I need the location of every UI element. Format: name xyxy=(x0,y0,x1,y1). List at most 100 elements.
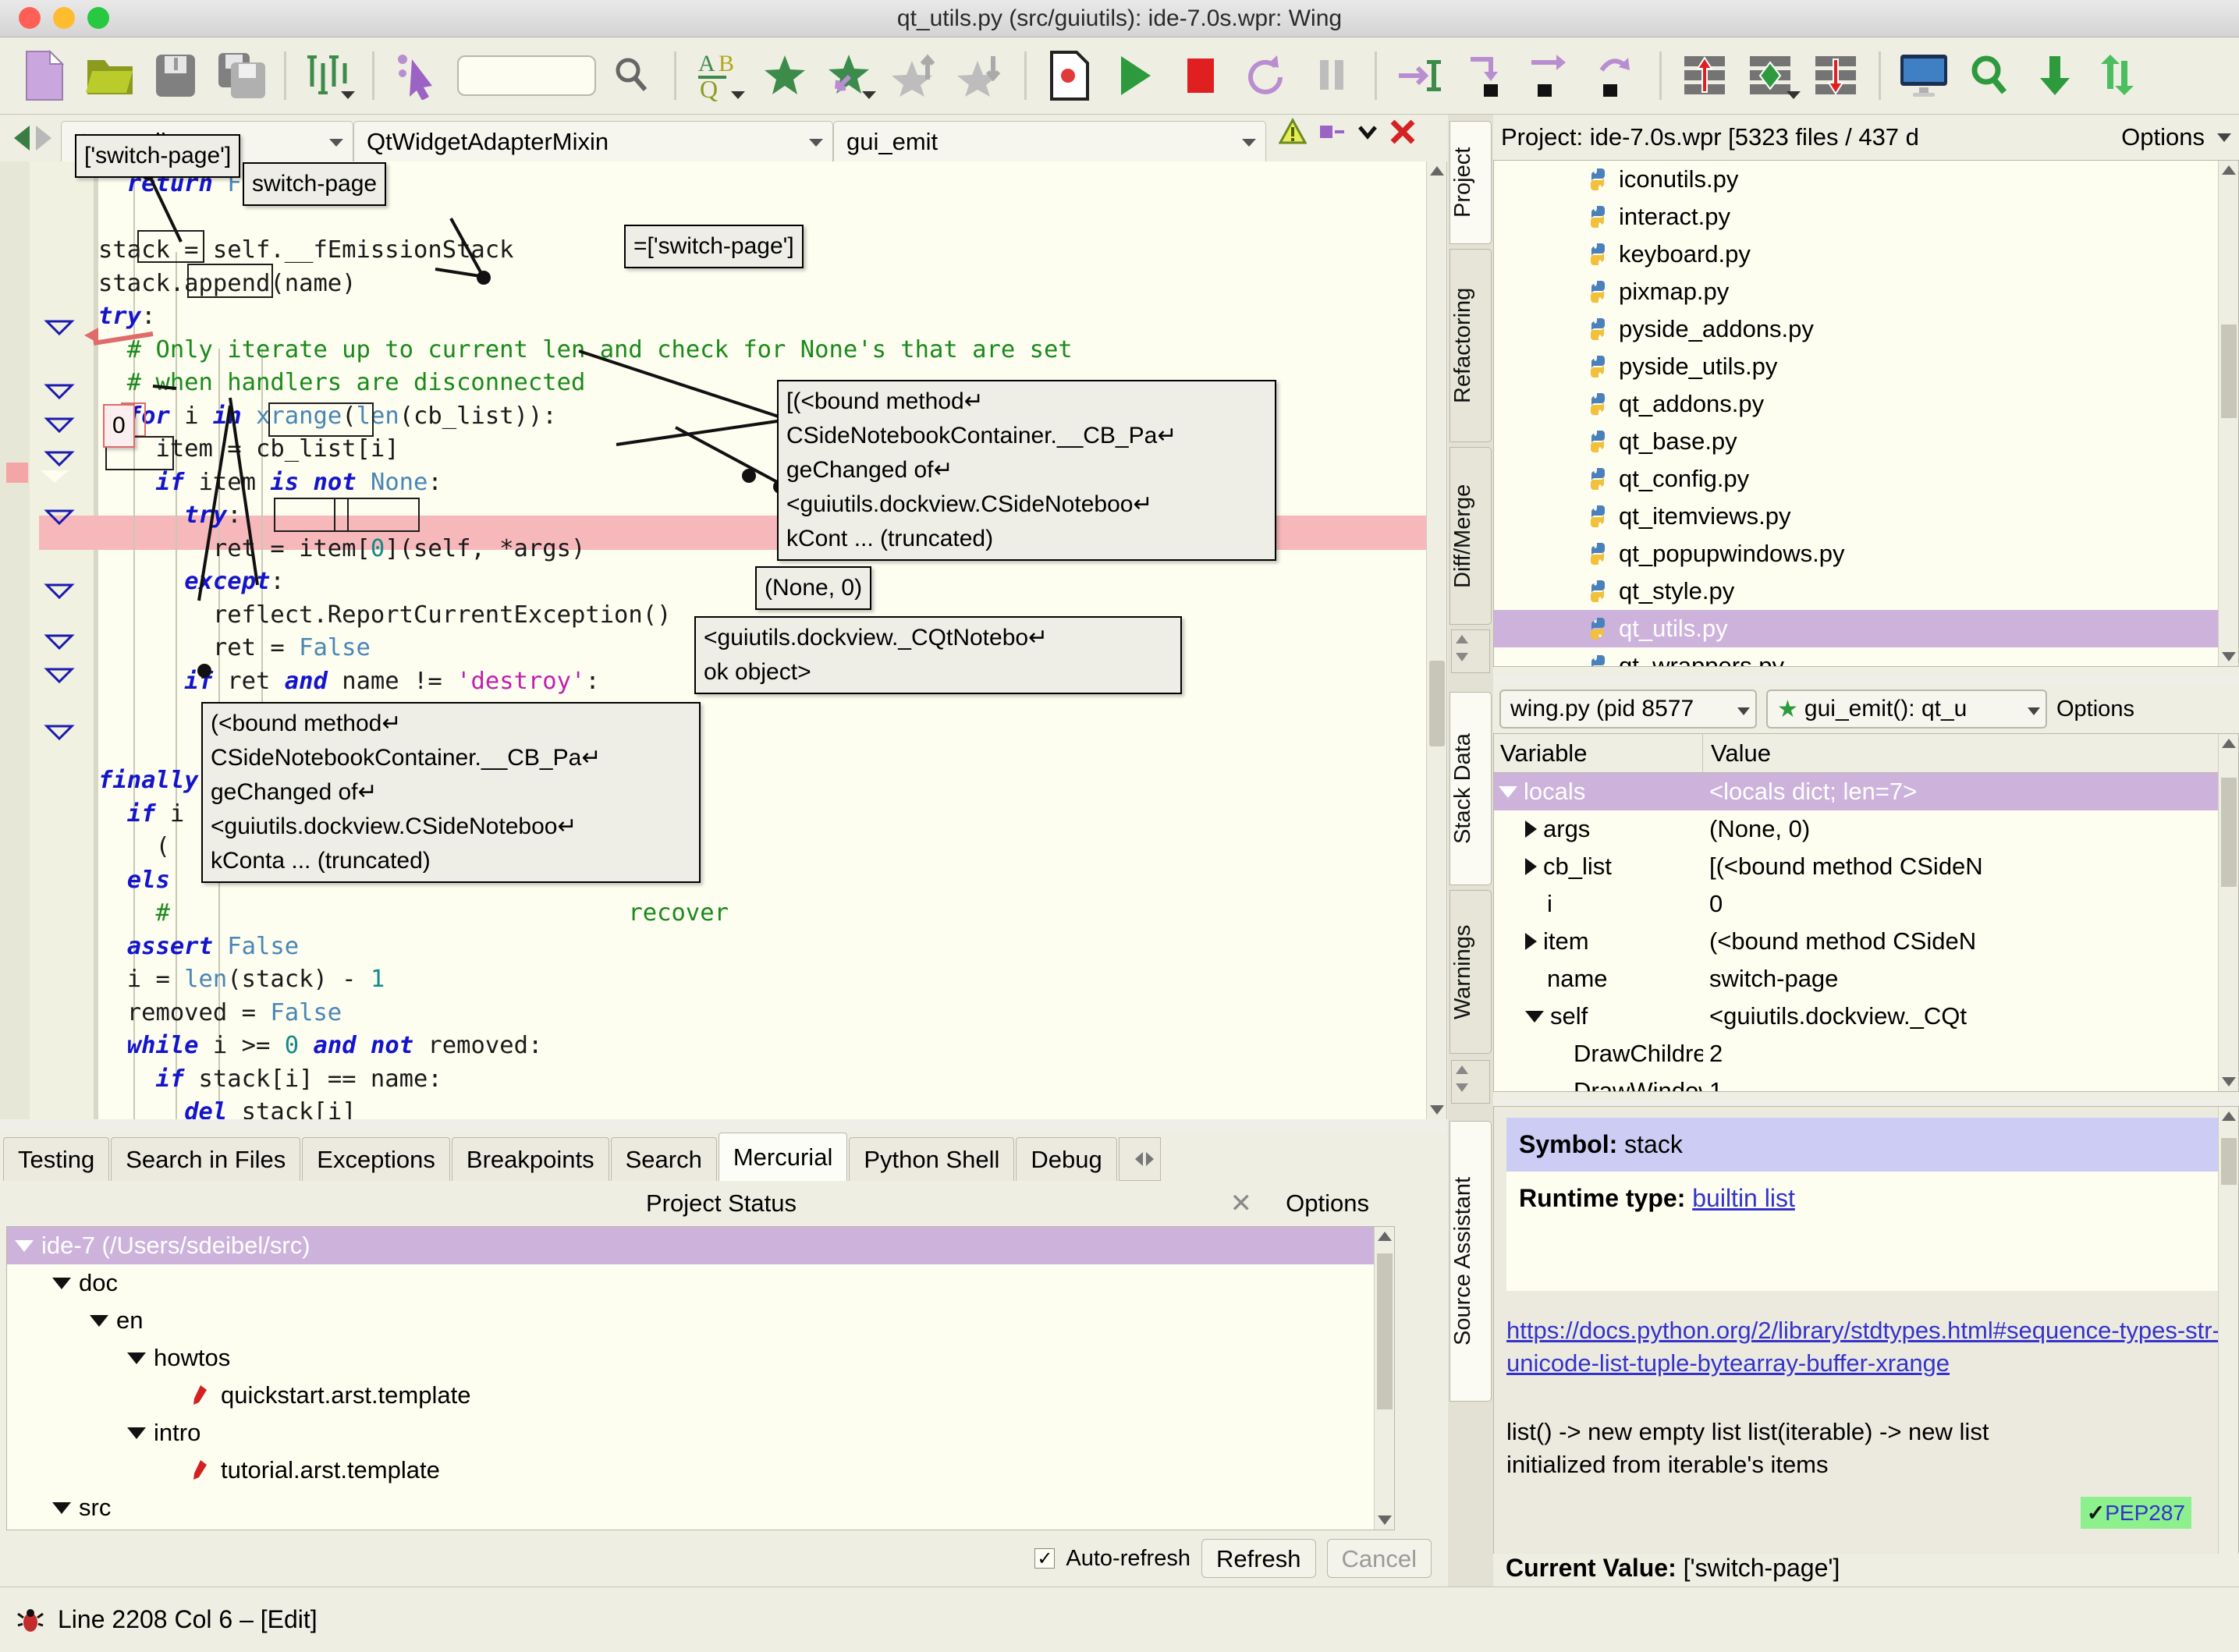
step-over-icon[interactable] xyxy=(1455,46,1516,105)
editor-nav-arrows[interactable] xyxy=(8,126,61,161)
bottom-tab-exceptions[interactable]: Exceptions xyxy=(302,1137,450,1181)
select-pointer-icon[interactable] xyxy=(387,46,448,105)
expand-toggle-icon[interactable] xyxy=(15,1239,34,1252)
expand-toggle-icon[interactable] xyxy=(1525,821,1537,838)
split-editor-icon[interactable] xyxy=(1318,119,1346,151)
warning-icon[interactable] xyxy=(1278,117,1308,152)
scrollbar-thumb[interactable] xyxy=(2221,324,2237,418)
project-file-item[interactable]: iconutils.py xyxy=(1494,161,2238,198)
source-assistant-body[interactable]: Symbol: stack Runtime type: builtin list… xyxy=(1493,1106,2239,1582)
scroll-down-icon[interactable] xyxy=(2222,1077,2236,1087)
process-selector[interactable]: wing.py (pid 8577 xyxy=(1499,690,1757,729)
chevron-down-icon[interactable] xyxy=(809,139,823,147)
step-return-icon[interactable] xyxy=(1586,46,1647,105)
close-icon[interactable]: ✕ xyxy=(1230,1188,1253,1219)
set-breakpoint-icon[interactable] xyxy=(1039,46,1100,105)
scroll-down-icon[interactable] xyxy=(1430,1105,1444,1115)
bottom-tab-testing[interactable]: Testing xyxy=(3,1137,110,1181)
pause-icon[interactable] xyxy=(1301,46,1362,105)
status-tree-row[interactable]: tutorial.arst.template xyxy=(7,1452,1394,1489)
project-options-button[interactable]: Options xyxy=(2121,123,2205,151)
stack-data-scrollbar[interactable] xyxy=(2218,734,2238,1091)
bottom-panel-tabs[interactable]: Testing Search in Files Exceptions Breakpoi… xyxy=(0,1133,1447,1181)
project-file-item[interactable]: qt_addons.py xyxy=(1494,385,2238,423)
stack-data-toolbar[interactable]: wing.py (pid 8577 ★ gui_emit(): qt_u Opt… xyxy=(1493,685,2239,733)
chevron-down-icon[interactable] xyxy=(1242,139,1256,147)
nav-back-icon[interactable] xyxy=(14,126,30,151)
stop-icon[interactable] xyxy=(1170,46,1231,105)
vtab-refactoring[interactable]: Refactoring xyxy=(1449,249,1492,442)
scroll-up-icon[interactable] xyxy=(2222,739,2236,748)
bottom-options-button[interactable]: Options xyxy=(1286,1189,1369,1218)
chevron-down-icon[interactable] xyxy=(731,91,745,99)
stack-data-row[interactable]: args (None, 0) xyxy=(1494,810,2238,848)
scroll-up-icon[interactable] xyxy=(2222,1111,2236,1121)
status-tree-row[interactable]: src xyxy=(7,1489,1394,1526)
project-file-list[interactable]: iconutils.py interact.py keyboard.py pixmap… xyxy=(1493,160,2239,667)
stack-data-row[interactable]: DrawWindowBackgro 1 xyxy=(1494,1072,2238,1091)
status-tree-row[interactable]: howtos xyxy=(7,1339,1394,1377)
expand-toggle-icon[interactable] xyxy=(1525,858,1537,875)
scrollbar-thumb[interactable] xyxy=(2221,778,2237,887)
stack-data-row[interactable]: self <guiutils.dockview._CQt xyxy=(1494,998,2238,1035)
tab-class[interactable]: QtWidgetAdapterMixin xyxy=(353,121,833,161)
stack-data-options-button[interactable]: Options xyxy=(2056,697,2134,722)
expand-toggle-icon[interactable] xyxy=(1525,1010,1544,1023)
project-file-item[interactable]: qt_base.py xyxy=(1494,423,2238,460)
download-icon[interactable] xyxy=(2024,46,2085,105)
bookmark-prev-icon[interactable] xyxy=(820,46,881,105)
stack-data-row[interactable]: cb_list [(<bound method CSideN xyxy=(1494,848,2238,885)
search-magnifier-icon[interactable] xyxy=(601,46,662,105)
expand-toggle-icon[interactable] xyxy=(1525,933,1537,950)
restart-icon[interactable] xyxy=(1236,46,1297,105)
bottom-tab-search-in-files[interactable]: Search in Files xyxy=(111,1137,301,1181)
dock-scroll-up-down-1[interactable] xyxy=(1451,629,1490,673)
stack-data-panel[interactable]: wing.py (pid 8577 ★ gui_emit(): qt_u Opt… xyxy=(1493,685,2239,1098)
chevron-down-icon[interactable] xyxy=(329,139,343,147)
status-tree-row[interactable]: quickstart.arst.template xyxy=(7,1377,1394,1414)
bottom-tab-debug[interactable]: Debug xyxy=(1016,1137,1117,1181)
status-tree-row[interactable]: doc xyxy=(7,1264,1394,1302)
right-dock-tab-column[interactable]: Project Refactoring Diff/Merge Stack Dat… xyxy=(1448,115,1493,1652)
project-file-item[interactable]: qt_utils.py xyxy=(1494,610,2238,647)
bookmark-star-icon[interactable] xyxy=(754,46,815,105)
search-icon[interactable] xyxy=(1959,46,2020,105)
expand-toggle-icon[interactable] xyxy=(1499,785,1517,798)
project-file-item[interactable]: pyside_utils.py xyxy=(1494,348,2238,385)
source-assistant-scrollbar[interactable] xyxy=(2218,1107,2238,1581)
stack-data-row[interactable]: i0 xyxy=(1494,885,2238,923)
source-assistant-panel[interactable]: Symbol: stack Runtime type: builtin list… xyxy=(1493,1106,2239,1588)
vtab-warnings[interactable]: Warnings xyxy=(1449,890,1492,1054)
frame-selector[interactable]: ★ gui_emit(): qt_u xyxy=(1766,690,2047,729)
step-into-icon[interactable] xyxy=(1389,46,1450,105)
bottom-tab-mercurial[interactable]: Mercurial xyxy=(718,1133,848,1181)
vtab-project[interactable]: Project xyxy=(1449,121,1492,244)
scroll-up-icon[interactable] xyxy=(1430,166,1444,175)
runtime-type-link[interactable]: builtin list xyxy=(1692,1184,1795,1212)
bookmark-down-icon[interactable] xyxy=(951,46,1012,105)
scrollbar-thumb[interactable] xyxy=(1377,1253,1393,1409)
nav-forward-icon[interactable] xyxy=(36,126,51,151)
project-file-item[interactable]: qt_wrappers.py xyxy=(1494,647,2238,666)
project-file-item[interactable]: interact.py xyxy=(1494,198,2238,236)
scroll-up-icon[interactable] xyxy=(2222,165,2236,175)
step-out-icon[interactable] xyxy=(1520,46,1581,105)
stack-data-row[interactable]: name switch-page xyxy=(1494,960,2238,998)
stack-frame-icon[interactable] xyxy=(1740,46,1801,105)
project-status-tree[interactable]: ide-7 (/Users/sdeibel/src) doc en howtos qui… xyxy=(6,1226,1395,1530)
refresh-button[interactable]: Refresh xyxy=(1201,1539,1316,1578)
project-file-item[interactable]: qt_config.py xyxy=(1494,460,2238,498)
chevron-down-icon[interactable] xyxy=(341,91,355,99)
status-tree-row[interactable]: en xyxy=(7,1302,1394,1339)
bottom-tab-search[interactable]: Search xyxy=(610,1137,717,1181)
project-file-item[interactable]: qt_popupwindows.py xyxy=(1494,535,2238,573)
project-list-scrollbar[interactable] xyxy=(2218,161,2238,666)
editor-breakpoint-gutter[interactable] xyxy=(0,161,30,1119)
indent-guides-icon[interactable] xyxy=(299,46,360,105)
expand-toggle-icon[interactable] xyxy=(52,1277,71,1289)
dock-scroll-up-down-2[interactable] xyxy=(1451,1060,1490,1104)
auto-refresh-checkbox[interactable]: ✓ xyxy=(1034,1548,1056,1569)
stack-data-row[interactable]: item (<bound method CSideN xyxy=(1494,923,2238,960)
bottom-tabs-scroll[interactable] xyxy=(1118,1137,1161,1181)
chevron-down-icon[interactable] xyxy=(1787,91,1801,99)
